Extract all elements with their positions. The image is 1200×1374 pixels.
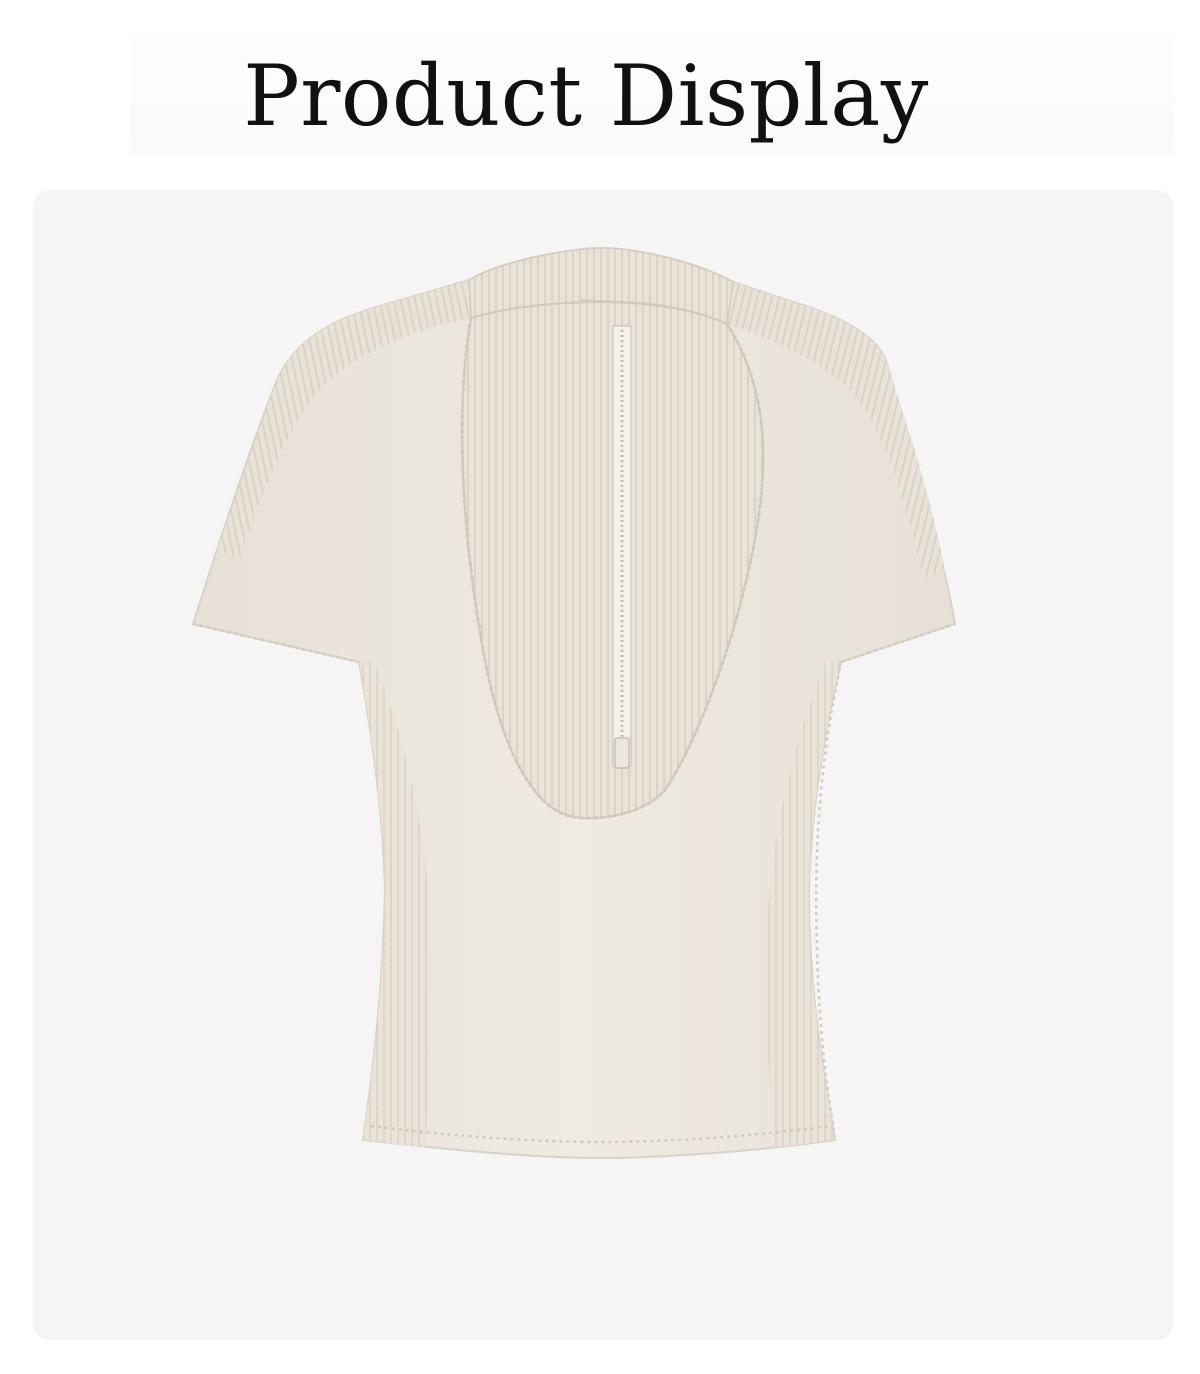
zipper-pull bbox=[614, 737, 630, 769]
product-image bbox=[191, 246, 957, 1160]
product-display-page: Product Display bbox=[0, 0, 1200, 1374]
product-image-panel bbox=[33, 190, 1173, 1340]
page-title: Product Display bbox=[243, 47, 929, 145]
